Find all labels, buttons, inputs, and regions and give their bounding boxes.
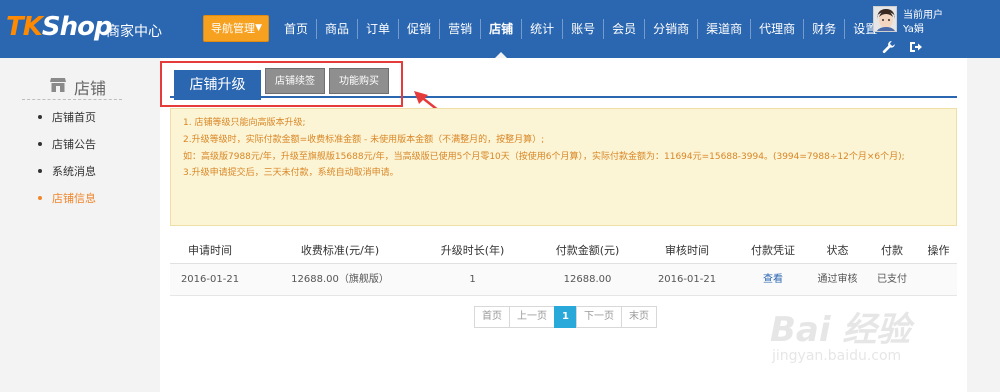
page-scroll-area: [967, 58, 1000, 392]
sidebar-item-shop-info[interactable]: 店铺信息: [52, 190, 96, 206]
nav-manage-button[interactable]: 导航管理 ▼: [203, 15, 269, 42]
main-nav: 首页 商品 订单 促销 营销 店铺 统计 账号 会员 分销商 渠道商 代理商 财…: [276, 19, 885, 58]
table-row: 2016-01-21 12688.00（旗舰版） 1 12688.00 2016…: [170, 264, 957, 296]
col-payment-proof: 付款凭证: [751, 244, 795, 257]
baidu-jingyan-watermark: Bai 经验 jingyan.baidu.com: [770, 302, 970, 382]
cell-review-time: 2016-01-21: [657, 274, 717, 285]
tkshop-logo[interactable]: TKShop: [6, 12, 113, 42]
sidebar: 店铺 店铺首页 店铺公告 系统消息 店铺信息: [0, 58, 160, 392]
top-nav-bar: TKShop 商家中心 导航管理 ▼ 首页 商品 订单 促销 营销 店铺 统计 …: [0, 0, 1000, 58]
nav-item-orders[interactable]: 订单: [358, 19, 400, 39]
cell-status: 通过审核: [817, 274, 858, 285]
nav-item-account[interactable]: 账号: [563, 19, 605, 39]
logout-icon[interactable]: [909, 40, 923, 54]
cell-payment-amount: 12688.00: [563, 274, 612, 285]
notice-line-2: 2.升级等级时，实际付款金额=收费标准金额 - 未使用版本金额（不满整月的，按整…: [183, 134, 545, 145]
chevron-down-icon: ▼: [255, 23, 262, 33]
nav-item-promotion[interactable]: 促销: [399, 19, 441, 39]
sidebar-divider: [22, 99, 122, 100]
user-avatar-icon: [874, 7, 896, 31]
upgrade-notice: 1. 店铺等级只能向高版本升级; 2.升级等级时，实际付款金额=收费标准金额 -…: [170, 108, 957, 226]
sidebar-title: 店铺: [74, 79, 107, 98]
nav-item-marketing[interactable]: 营销: [440, 19, 482, 39]
wrench-icon[interactable]: [882, 40, 896, 54]
pager-first[interactable]: 首页: [474, 306, 510, 328]
watermark-url: jingyan.baidu.com: [772, 348, 902, 364]
user-name: Ya娟: [903, 24, 924, 35]
cell-upgrade-duration: 1: [469, 274, 476, 285]
col-actions: 操作: [927, 244, 950, 257]
pager-page-1[interactable]: 1: [554, 306, 577, 328]
table-header: 申请时间 收费标准(元/年) 升级时长(年) 付款金额(元) 审核时间 付款凭证…: [170, 238, 957, 264]
col-apply-time: 申请时间: [188, 244, 232, 257]
cell-apply-time: 2016-01-21: [180, 274, 240, 285]
bullet-icon: [38, 169, 42, 173]
col-status: 状态: [826, 244, 849, 257]
pager-next[interactable]: 下一页: [575, 306, 622, 328]
pagination: 首页 上一页 1 下一页 末页: [474, 306, 657, 328]
col-payment: 付款: [881, 244, 903, 257]
nav-item-stats[interactable]: 统计: [522, 19, 564, 39]
highlight-box: [160, 61, 403, 107]
nav-item-finance[interactable]: 财务: [804, 19, 846, 39]
notice-line-4: 3.升级申请提交后，三天未付款，系统自动取消申请。: [183, 168, 399, 179]
bullet-icon: [38, 115, 42, 119]
nav-item-channels[interactable]: 渠道商: [698, 19, 752, 39]
view-proof-link[interactable]: 查看: [738, 264, 808, 296]
sidebar-item-system-messages[interactable]: 系统消息: [52, 163, 96, 179]
nav-item-agents[interactable]: 代理商: [751, 19, 805, 39]
bullet-icon: [38, 142, 42, 146]
avatar[interactable]: [873, 6, 897, 32]
col-review-time: 审核时间: [665, 244, 709, 257]
cell-fee-standard: 12688.00（旗舰版）: [291, 274, 389, 285]
pager-prev[interactable]: 上一页: [509, 306, 555, 328]
nav-item-home[interactable]: 首页: [276, 19, 318, 39]
current-user-label: 当前用户: [903, 10, 943, 21]
store-icon: [50, 78, 66, 92]
col-fee-standard: 收费标准(元/年): [300, 244, 380, 257]
notice-line-1: 1. 店铺等级只能向高版本升级;: [183, 118, 306, 128]
nav-item-shop[interactable]: 店铺: [481, 19, 523, 58]
sidebar-item-shop-home[interactable]: 店铺首页: [52, 109, 96, 125]
col-payment-amount: 付款金额(元): [555, 244, 620, 257]
merchant-center-title: 商家中心: [106, 24, 162, 40]
bullet-icon: [38, 196, 42, 200]
pager-last[interactable]: 末页: [620, 306, 657, 328]
watermark-word: Bai 经验: [770, 310, 911, 350]
notice-line-3: 如：高级版7988元/年，升级至旗舰版15688元/年，当高级版已使用5个月零1…: [183, 151, 905, 162]
nav-item-members[interactable]: 会员: [604, 19, 646, 39]
nav-item-goods[interactable]: 商品: [317, 19, 359, 39]
cell-payment: 已支付: [877, 274, 907, 285]
col-upgrade-duration: 升级时长(年): [440, 244, 505, 257]
nav-item-distributors[interactable]: 分销商: [645, 19, 699, 39]
sidebar-item-shop-notice[interactable]: 店铺公告: [52, 136, 96, 152]
